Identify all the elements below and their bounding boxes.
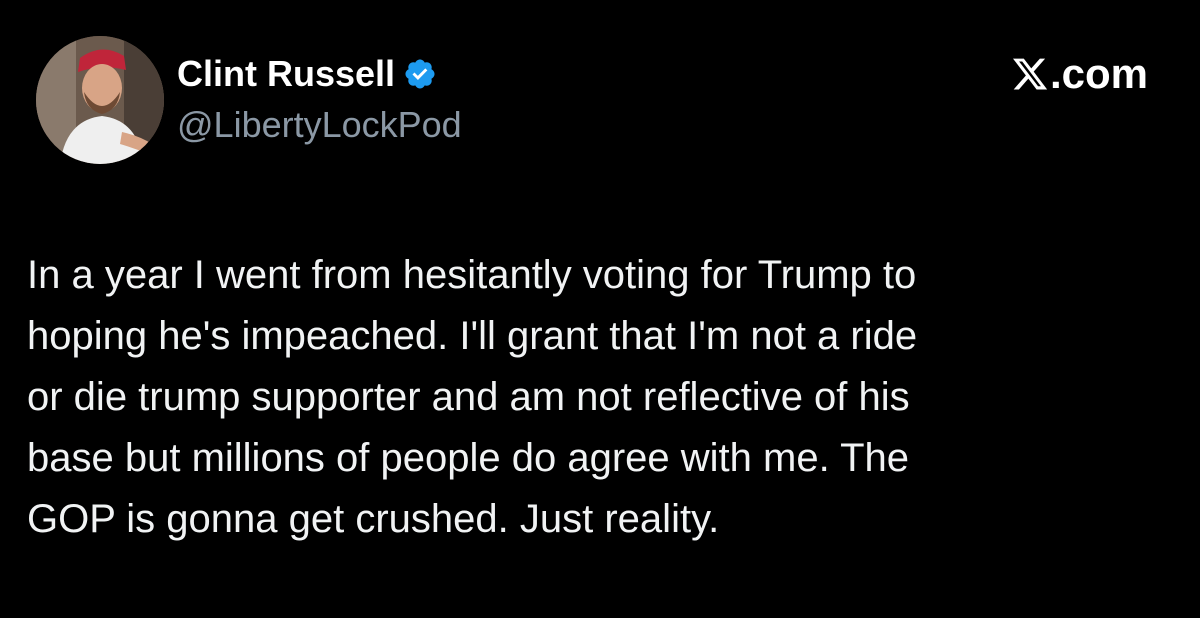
avatar[interactable] — [36, 36, 164, 164]
author-handle[interactable]: @LibertyLockPod — [177, 104, 462, 146]
x-logo-icon — [1011, 55, 1049, 93]
brand-domain-label: .com — [1049, 50, 1148, 97]
author-display-name[interactable]: Clint Russell — [177, 53, 395, 95]
verified-badge-icon — [403, 57, 437, 91]
tweet-body: In a year I went from hesitantly voting … — [27, 253, 918, 541]
author-name-row[interactable]: Clint Russell — [177, 50, 437, 98]
tweet-card: Clint Russell @LibertyLockPod .com In a … — [0, 0, 1200, 618]
brand-watermark: .com — [1011, 50, 1148, 98]
profile-photo-icon — [36, 36, 164, 164]
